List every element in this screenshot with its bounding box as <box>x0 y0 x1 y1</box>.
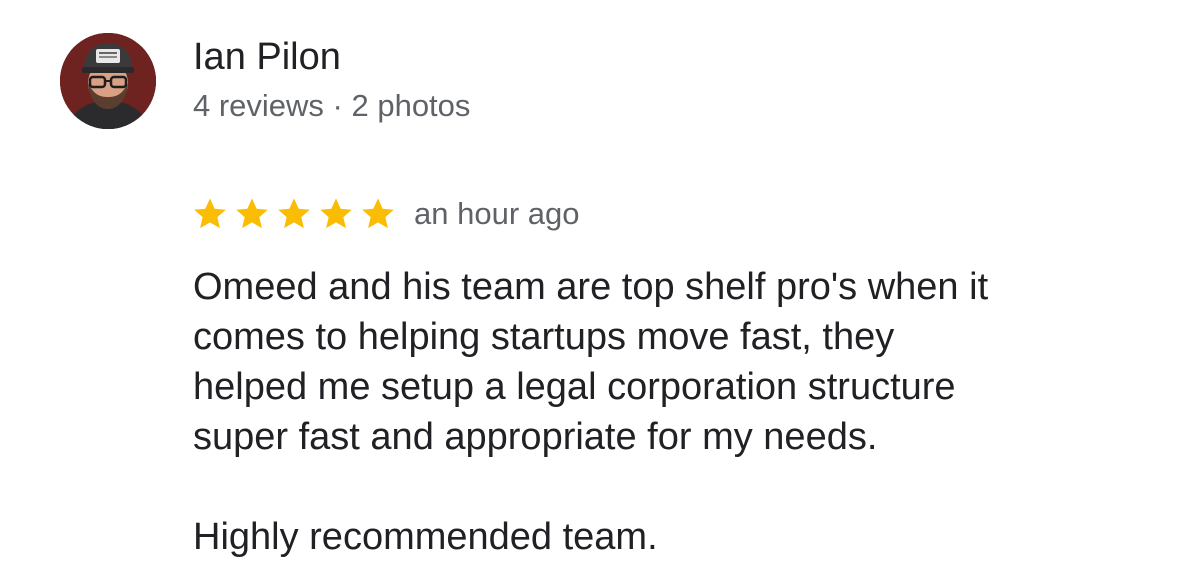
review-body: Omeed and his team are top shelf pro's w… <box>193 262 1183 562</box>
star-icon <box>194 198 226 229</box>
star-icon <box>320 198 352 229</box>
star-icon <box>362 198 394 229</box>
review-paragraph: Highly recommended team. <box>193 516 658 558</box>
review-card: Ian Pilon 4 reviews · 2 photos an hour a… <box>0 0 1200 569</box>
star-icon <box>278 198 310 229</box>
star-icon <box>236 198 268 229</box>
reviewer-stats: 4 reviews · 2 photos <box>193 88 471 123</box>
reviewer-avatar[interactable] <box>60 33 156 129</box>
star-rating <box>193 196 402 232</box>
review-timestamp: an hour ago <box>414 196 580 231</box>
review-paragraph: Omeed and his team are top shelf pro's w… <box>193 266 989 458</box>
rating-row: an hour ago <box>193 192 579 236</box>
reviewer-name[interactable]: Ian Pilon <box>193 34 341 80</box>
avatar-photo-icon <box>60 33 156 129</box>
